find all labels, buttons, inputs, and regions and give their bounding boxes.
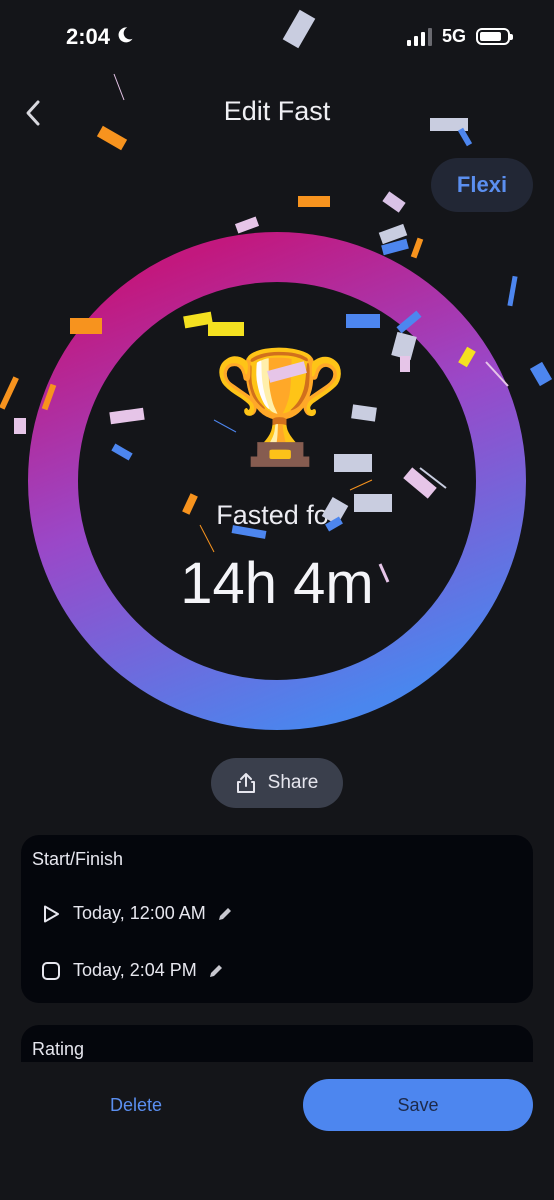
start-time-row[interactable]: Today, 12:00 AM bbox=[41, 903, 234, 924]
rating-card: Rating bbox=[21, 1025, 533, 1065]
pencil-icon[interactable] bbox=[207, 962, 225, 980]
share-icon bbox=[236, 773, 255, 793]
trophy-icon: 🏆 bbox=[212, 346, 349, 469]
network-label: 5G bbox=[441, 26, 466, 46]
pencil-icon[interactable] bbox=[216, 905, 234, 923]
fasted-duration: 14h 4m bbox=[180, 551, 374, 616]
play-icon bbox=[44, 905, 59, 922]
start-finish-card: Start/Finish Today, 12:00 AM Today, 2:04… bbox=[21, 835, 533, 1003]
moon-icon bbox=[116, 24, 134, 50]
battery-icon bbox=[476, 28, 513, 45]
stop-icon bbox=[42, 961, 60, 980]
share-label: Share bbox=[267, 772, 319, 793]
save-button[interactable]: Save bbox=[303, 1079, 533, 1131]
start-finish-title: Start/Finish bbox=[32, 849, 124, 869]
page-title: Edit Fast bbox=[223, 96, 331, 126]
fasted-label: Fasted for bbox=[216, 500, 338, 530]
signal-icon bbox=[406, 27, 432, 46]
plan-badge-button[interactable]: Flexi bbox=[431, 158, 533, 212]
progress-ring bbox=[28, 232, 526, 730]
finish-time-row[interactable]: Today, 2:04 PM bbox=[41, 960, 225, 981]
share-button[interactable]: Share bbox=[211, 758, 343, 808]
start-time-text: Today, 12:00 AM bbox=[73, 903, 206, 923]
status-time: 2:04 bbox=[66, 24, 134, 50]
rating-title: Rating bbox=[32, 1039, 85, 1059]
finish-time-text: Today, 2:04 PM bbox=[73, 960, 197, 980]
status-indicators: 5G bbox=[406, 26, 513, 47]
delete-button[interactable]: Delete bbox=[96, 1086, 176, 1124]
status-time-text: 2:04 bbox=[66, 24, 111, 49]
